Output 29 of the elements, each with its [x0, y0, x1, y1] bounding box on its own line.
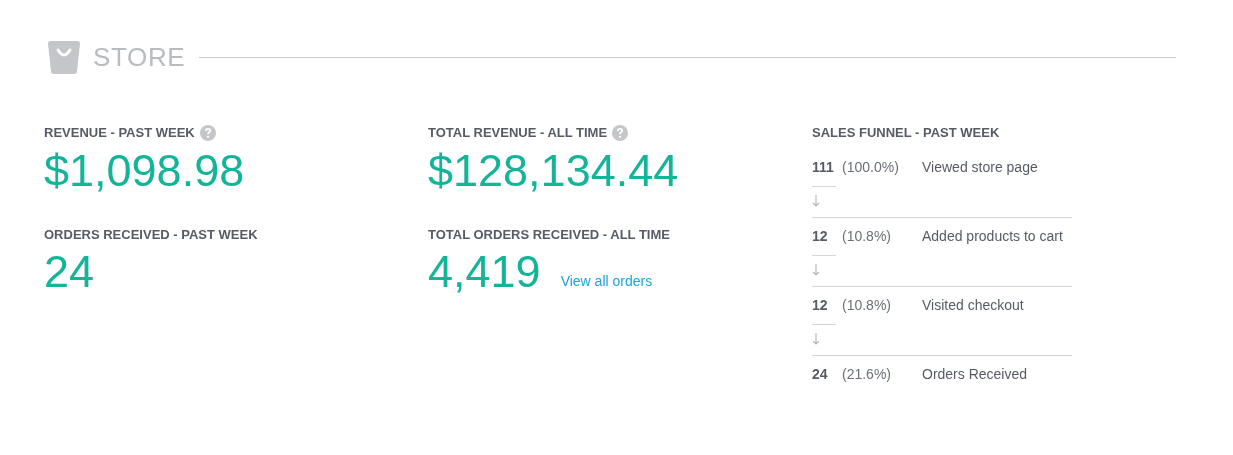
section-title: STORE: [93, 41, 186, 74]
down-arrow-icon: [812, 194, 820, 207]
funnel-percent: (10.8%): [842, 295, 893, 315]
funnel-percent: (10.8%): [842, 226, 893, 246]
funnel-step-label: Visited checkout: [922, 295, 1024, 315]
help-icon[interactable]: [199, 124, 216, 141]
funnel-percent: (100.0%): [842, 157, 900, 177]
shopping-bag-icon: [48, 41, 80, 74]
funnel-step-label: Orders Received: [922, 364, 1028, 384]
help-icon[interactable]: [612, 124, 629, 141]
metric-value: 4,419: [428, 245, 541, 299]
funnel-count: 111: [812, 157, 835, 177]
down-arrow-icon: [812, 263, 820, 276]
view-orders-link[interactable]: View all orders: [560, 271, 653, 292]
metric-label: REVENUE - PAST WEEK: [44, 124, 195, 142]
down-arrow-icon: [812, 332, 820, 345]
metric-label: ORDERS RECEIVED - PAST WEEK: [44, 225, 258, 244]
funnel-count: 12: [812, 226, 829, 246]
metric-label: TOTAL ORDERS RECEIVED - ALL TIME: [428, 225, 670, 244]
funnel-count: 12: [812, 295, 829, 315]
funnel-percent: (21.6%): [842, 364, 893, 384]
metric-label: TOTAL REVENUE - ALL TIME: [428, 124, 608, 142]
metric-value: $128,134.44: [428, 143, 679, 198]
funnel-title: SALES FUNNEL - PAST WEEK: [812, 124, 1001, 142]
funnel-step-label: Viewed store page: [922, 157, 1038, 177]
metric-value: 24: [44, 245, 95, 299]
funnel-count: 24: [812, 364, 829, 384]
funnel-step-label: Added products to cart: [922, 226, 1063, 246]
metric-value: $1,098.98: [44, 143, 245, 198]
